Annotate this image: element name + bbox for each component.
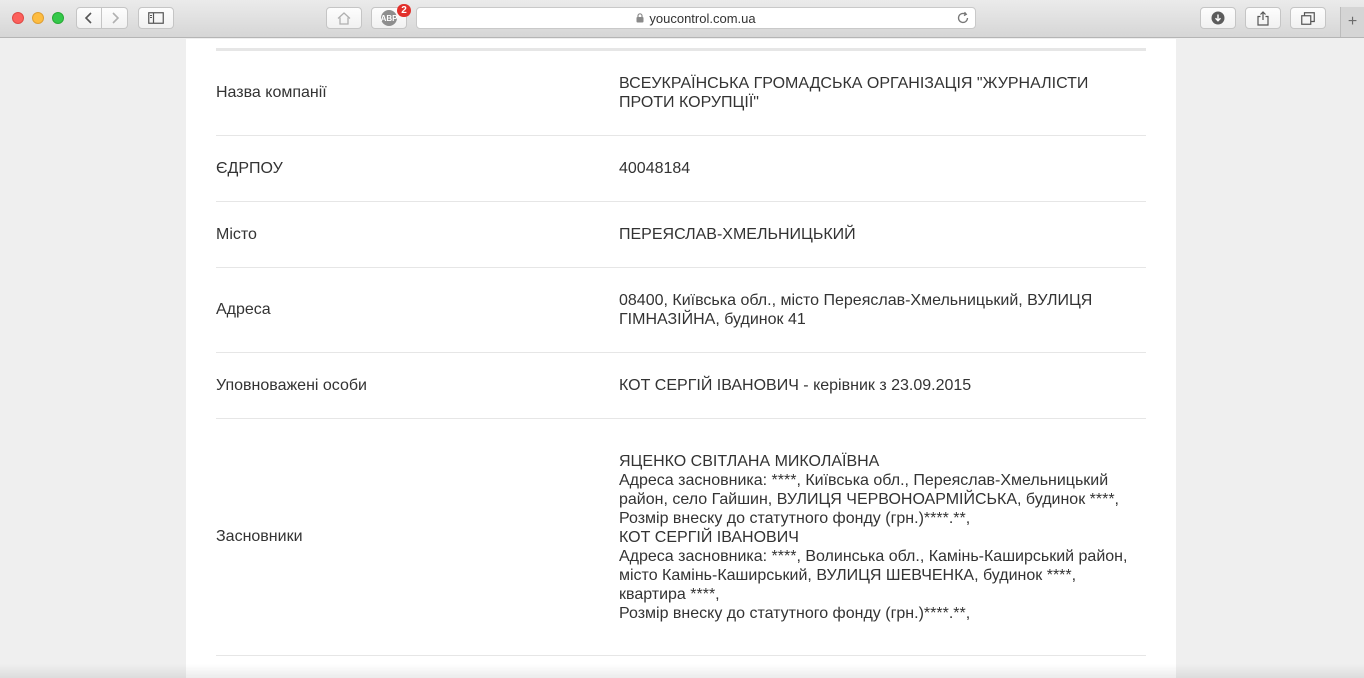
table-row-address: Адреса 08400, Київська обл., місто Перея… [216, 268, 1146, 353]
company-name-value: ВСЕУКРАЇНСЬКА ГРОМАДСЬКА ОРГАНІЗАЦІЯ "ЖУ… [619, 74, 1089, 112]
founder-name: КОТ СЕРГІЙ ІВАНОВИЧ [619, 528, 799, 546]
lock-icon [636, 13, 644, 23]
table-row-company-name: Назва компанії ВСЕУКРАЇНСЬКА ГРОМАДСЬКА … [216, 51, 1146, 136]
row-label: Засновники [216, 528, 303, 545]
show-tabs-button[interactable] [1290, 7, 1326, 29]
url-text: youcontrol.com.ua [649, 10, 756, 26]
minimize-window-button[interactable] [32, 12, 44, 24]
home-button[interactable] [326, 7, 362, 29]
table-row-city: Місто ПЕРЕЯСЛАВ-ХМЕЛЬНИЦЬКИЙ [216, 202, 1146, 268]
chevron-left-icon [84, 12, 94, 24]
founder-entry: ЯЦЕНКО СВІТЛАНА МИКОЛАЇВНА Адреса заснов… [619, 452, 1146, 528]
row-label: Місто [216, 225, 257, 243]
close-window-button[interactable] [12, 12, 24, 24]
share-icon [1257, 10, 1269, 26]
row-label: Уповноважені особи [216, 376, 367, 394]
address-bar[interactable]: youcontrol.com.ua [416, 7, 976, 29]
company-card: Назва компанії ВСЕУКРАЇНСЬКА ГРОМАДСЬКА … [186, 39, 1176, 678]
founder-fund: Розмір внеску до статутного фонду (грн.)… [619, 604, 971, 622]
chevron-right-icon [110, 12, 120, 24]
founder-address: Адреса засновника: ****, Київська обл., … [619, 471, 1119, 508]
address-value: 08400, Київська обл., місто Переяслав-Хм… [619, 291, 1093, 329]
download-icon [1211, 11, 1225, 25]
forward-button[interactable] [102, 7, 128, 29]
tabs-icon [1301, 11, 1315, 25]
row-label: ЄДРПОУ [216, 159, 283, 177]
row-label: Назва компанії [216, 84, 327, 101]
table-row-founders: Засновники ЯЦЕНКО СВІТЛАНА МИКОЛАЇВНА Ад… [216, 419, 1146, 656]
edrpou-value: 40048184 [619, 159, 691, 177]
table-row-edrpou: ЄДРПОУ 40048184 [216, 136, 1146, 202]
reload-icon[interactable] [956, 11, 970, 28]
zoom-window-button[interactable] [52, 12, 64, 24]
window-bottom-shadow [0, 664, 1364, 678]
sidebar-button[interactable] [138, 7, 174, 29]
share-button[interactable] [1245, 7, 1281, 29]
founder-address: Адреса засновника: ****, Волинська обл.,… [619, 547, 1128, 603]
founders-value: ЯЦЕНКО СВІТЛАНА МИКОЛАЇВНА Адреса заснов… [619, 452, 1146, 623]
city-value: ПЕРЕЯСЛАВ-ХМЕЛЬНИЦЬКИЙ [619, 225, 856, 243]
back-button[interactable] [76, 7, 102, 29]
sidebar-icon [148, 12, 164, 24]
company-info-table: Назва компанії ВСЕУКРАЇНСЬКА ГРОМАДСЬКА … [216, 48, 1146, 656]
authorized-value: КОТ СЕРГІЙ ІВАНОВИЧ - керівник з 23.09.2… [619, 376, 972, 394]
page-viewport: Назва компанії ВСЕУКРАЇНСЬКА ГРОМАДСЬКА … [0, 39, 1364, 678]
founder-entry: КОТ СЕРГІЙ ІВАНОВИЧ Адреса засновника: *… [619, 528, 1146, 623]
browser-toolbar: ABP 2 youcontrol.com.ua + [0, 0, 1364, 38]
downloads-button[interactable] [1200, 7, 1236, 29]
founder-fund: Розмір внеску до статутного фонду (грн.)… [619, 509, 971, 527]
table-row-authorized: Уповноважені особи КОТ СЕРГІЙ ІВАНОВИЧ -… [216, 353, 1146, 419]
new-tab-button[interactable]: + [1340, 7, 1364, 37]
founder-name: ЯЦЕНКО СВІТЛАНА МИКОЛАЇВНА [619, 452, 880, 470]
adblock-icon: ABP [381, 10, 397, 26]
adblock-count-badge: 2 [397, 4, 411, 17]
home-icon [337, 11, 351, 25]
row-label: Адреса [216, 301, 271, 318]
